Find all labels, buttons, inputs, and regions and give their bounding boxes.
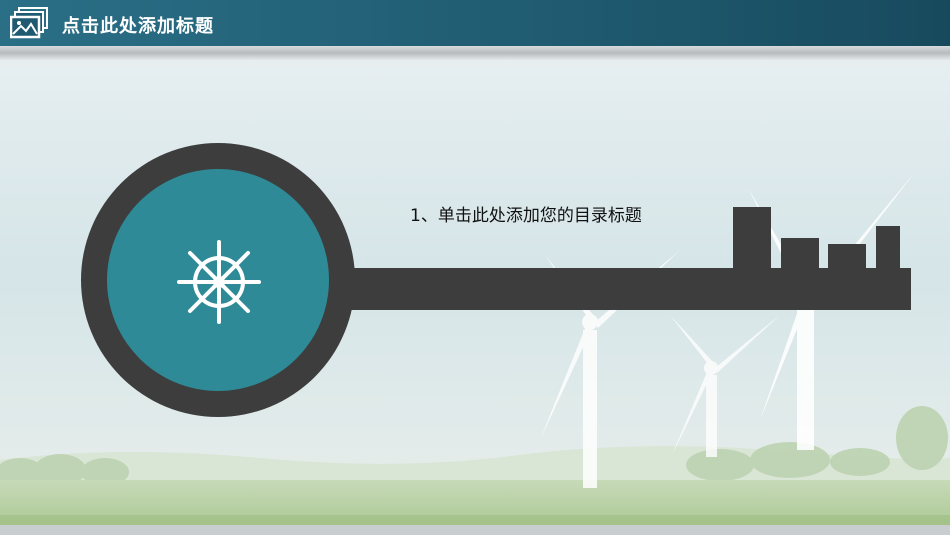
key-tooth [876,226,900,268]
page-title[interactable]: 点击此处添加标题 [62,12,214,38]
header-divider [0,46,950,60]
key-tooth [733,207,771,268]
header-bar: 点击此处添加标题 [0,0,950,46]
key-bar [330,268,911,310]
key-tooth [781,238,819,268]
key-tooth [828,244,866,268]
toc-item-1[interactable]: 1、单击此处添加您的目录标题 [410,205,680,227]
key-graphic [81,143,911,417]
picture-frame-icon [10,7,48,39]
ship-wheel-icon [177,240,261,324]
